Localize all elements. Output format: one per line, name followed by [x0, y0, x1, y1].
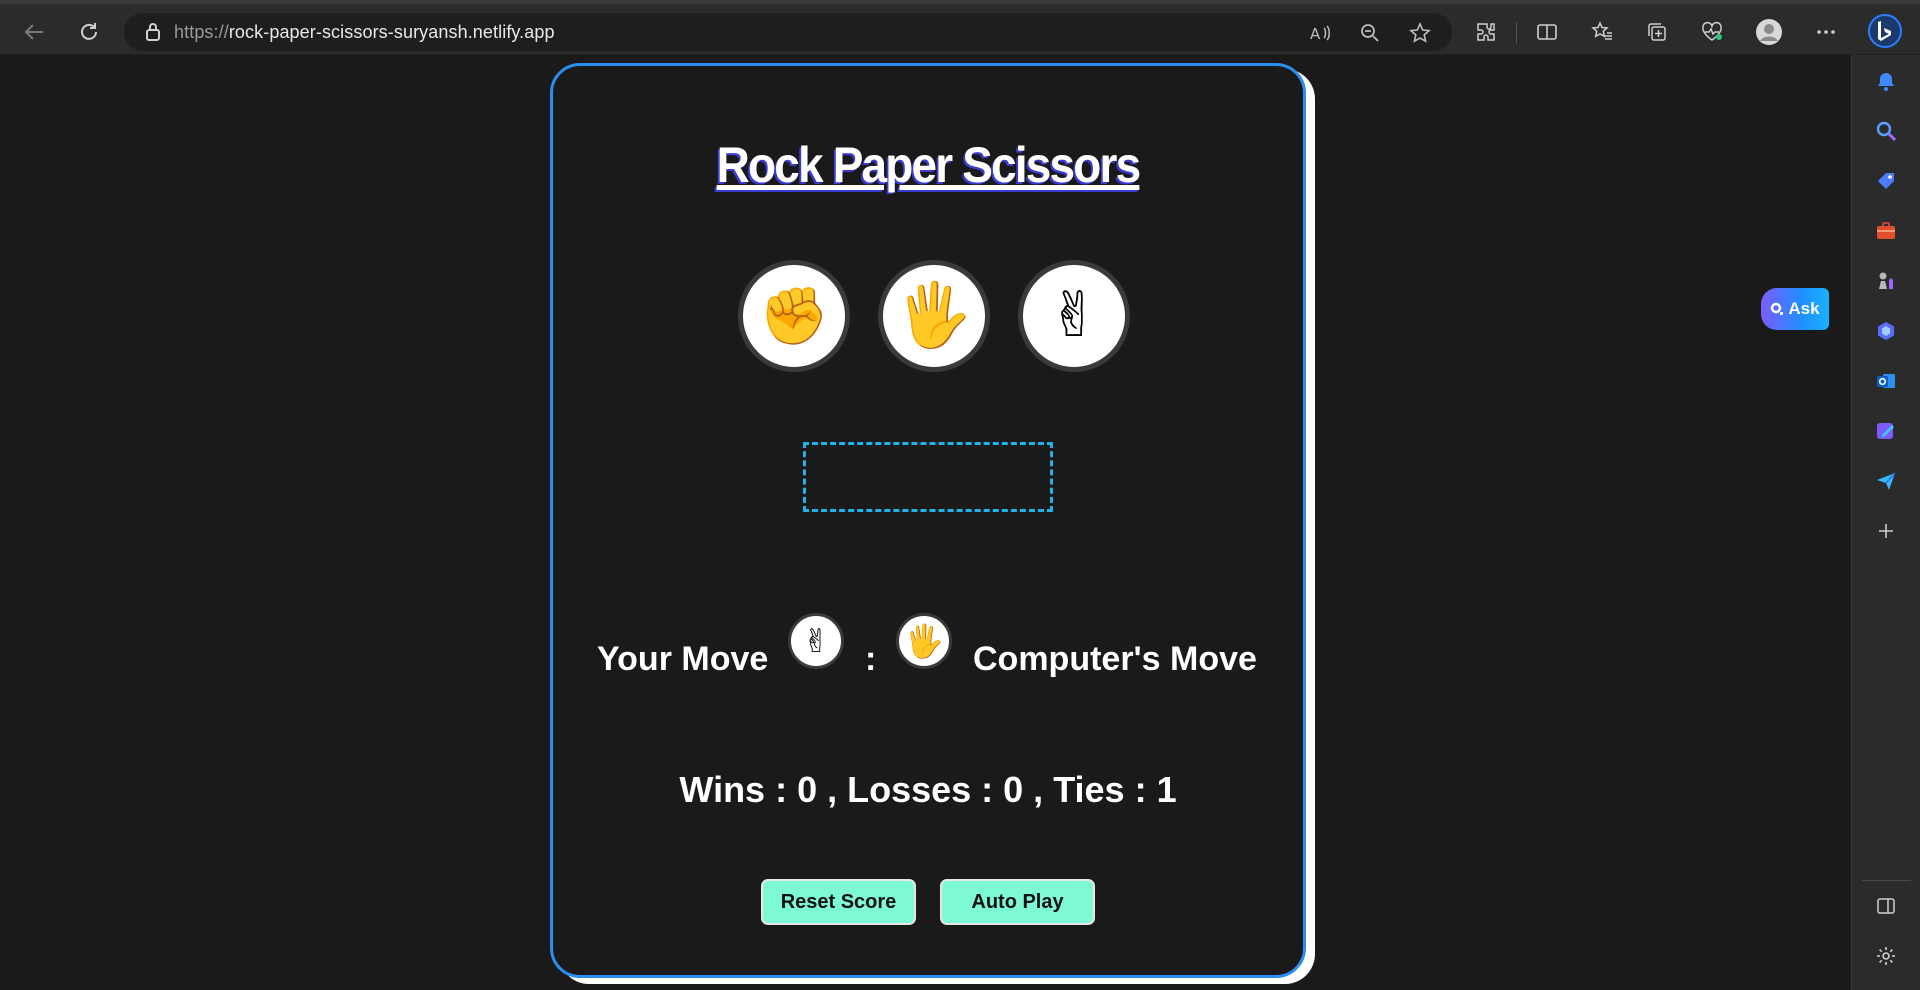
sidebar-divider — [1862, 880, 1911, 881]
tools-briefcase-icon[interactable] — [1870, 215, 1902, 247]
shopping-tag-icon[interactable] — [1870, 165, 1902, 197]
split-screen-icon[interactable] — [1531, 16, 1563, 48]
more-options-icon[interactable] — [1810, 16, 1842, 48]
ask-button[interactable]: Ask — [1761, 288, 1829, 330]
url-text[interactable]: https://rock-paper-scissors-suryansh.net… — [174, 22, 555, 43]
svg-text:A: A — [1310, 25, 1321, 43]
scissors-button[interactable]: ✌ — [1018, 260, 1130, 372]
page-title: Rock Paper Scissors — [716, 137, 1142, 193]
computer-move-emoji: 🖐 — [904, 623, 944, 659]
your-move-icon: ✌ — [788, 613, 844, 669]
refresh-icon — [81, 23, 97, 40]
rock-icon: ✊ — [759, 284, 829, 347]
reset-score-button[interactable]: Reset Score — [761, 879, 916, 925]
browser-essentials-icon[interactable] — [1696, 16, 1728, 48]
paper-button[interactable]: 🖐 — [878, 260, 990, 372]
result-box — [803, 442, 1053, 512]
browser-sidebar — [1851, 55, 1920, 990]
refresh-button[interactable] — [71, 14, 107, 50]
computer-move-label: Computer's Move — [973, 640, 1257, 678]
url-host: rock-paper-scissors-suryansh.netlify.app — [228, 21, 555, 42]
extensions-icon[interactable] — [1470, 16, 1502, 48]
browser-toolbar: https://rock-paper-scissors-suryansh.net… — [0, 0, 1920, 55]
scissors-icon: ✌ — [1048, 281, 1100, 350]
search-icon[interactable] — [1870, 115, 1902, 147]
url-protocol: https:// — [174, 21, 229, 42]
favorites-icon[interactable] — [1586, 16, 1618, 48]
profile-avatar-icon[interactable] — [1753, 16, 1785, 48]
move-separator: : — [865, 640, 877, 678]
back-arrow-icon — [24, 24, 43, 40]
toolbar-divider — [1516, 22, 1517, 44]
copilot-icon[interactable] — [1870, 315, 1902, 347]
auto-play-button[interactable]: Auto Play — [940, 879, 1095, 925]
sidebar-toggle-icon[interactable] — [1870, 890, 1902, 922]
paper-icon: 🖐 — [895, 281, 973, 350]
collections-icon[interactable] — [1641, 16, 1673, 48]
game-card: Rock Paper Scissors ✊ 🖐 ✌ Your Move ✌ : … — [550, 63, 1306, 978]
your-move-emoji: ✌ — [802, 623, 830, 659]
rock-button[interactable]: ✊ — [738, 260, 850, 372]
designer-icon[interactable] — [1870, 415, 1902, 447]
zoom-out-icon[interactable] — [1356, 19, 1384, 47]
computer-move-icon: 🖐 — [896, 613, 952, 669]
address-bar[interactable]: https://rock-paper-scissors-suryansh.net… — [124, 13, 1452, 51]
back-button[interactable] — [16, 14, 52, 50]
ask-search-icon — [1771, 302, 1784, 316]
add-plus-icon[interactable] — [1870, 515, 1902, 547]
read-aloud-icon[interactable]: A — [1306, 19, 1334, 47]
favorite-star-icon[interactable] — [1406, 19, 1434, 47]
lock-icon[interactable] — [144, 21, 162, 43]
score-text: Wins : 0 , Losses : 0 , Ties : 1 — [679, 769, 1177, 810]
notification-bell-icon[interactable] — [1870, 65, 1902, 97]
settings-gear-icon[interactable] — [1870, 940, 1902, 972]
bing-copilot-icon[interactable] — [1866, 12, 1904, 50]
your-move-label: Your Move — [597, 640, 769, 678]
games-chess-icon[interactable] — [1870, 265, 1902, 297]
ask-label: Ask — [1788, 299, 1820, 318]
page-viewport: Rock Paper Scissors ✊ 🖐 ✌ Your Move ✌ : … — [0, 55, 1851, 990]
send-plane-icon[interactable] — [1870, 465, 1902, 497]
outlook-icon[interactable] — [1870, 365, 1902, 397]
